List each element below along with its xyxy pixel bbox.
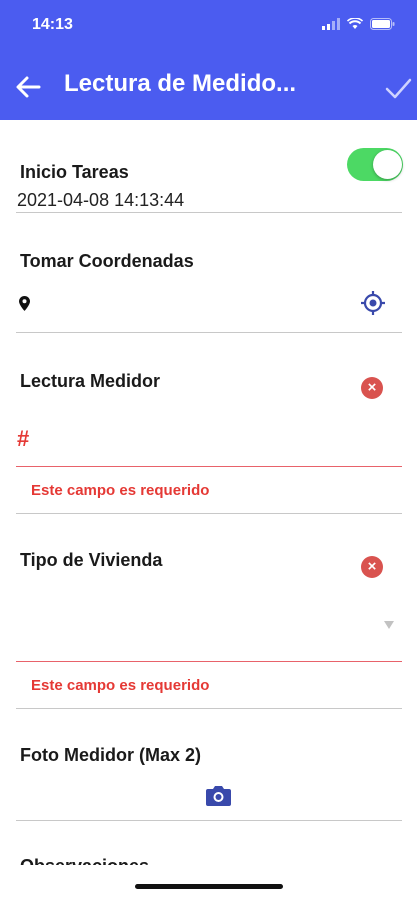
wifi-icon [347, 18, 363, 29]
dropdown-arrow-icon [384, 621, 394, 629]
observaciones-label: Observaciones [20, 856, 149, 865]
divider [16, 708, 402, 709]
tipo-vivienda-select[interactable] [20, 605, 395, 645]
divider [16, 513, 402, 514]
status-time: 14:13 [32, 16, 73, 33]
lectura-medidor-input[interactable]: # [17, 426, 29, 452]
vivienda-select-underline [16, 661, 402, 662]
gps-target-icon[interactable] [361, 291, 385, 315]
lectura-error-text: Este campo es requerido [31, 482, 210, 499]
divider [16, 332, 402, 333]
divider [16, 212, 402, 213]
back-arrow-icon[interactable] [14, 73, 42, 101]
coordenadas-label: Tomar Coordenadas [20, 251, 194, 271]
inicio-tareas-label: Inicio Tareas [20, 162, 129, 182]
lectura-medidor-label: Lectura Medidor [20, 371, 161, 391]
home-indicator [135, 884, 283, 889]
vivienda-clear-icon[interactable]: × [361, 556, 383, 578]
vivienda-error-text: Este campo es requerido [31, 677, 210, 694]
app-header: 14:13 Lectura de Medido... [0, 0, 417, 120]
signal-icon [322, 18, 340, 30]
camera-icon[interactable] [206, 785, 231, 806]
lectura-input-underline [16, 466, 402, 467]
observaciones-clip: Observaciones [0, 840, 417, 865]
foto-medidor-label: Foto Medidor (Max 2) [20, 745, 201, 765]
inicio-tareas-toggle[interactable] [347, 148, 403, 181]
page-title: Lectura de Medido... [64, 70, 297, 97]
toggle-knob [373, 150, 402, 179]
inicio-tareas-value: 2021-04-08 14:13:44 [17, 190, 185, 210]
map-pin-icon [19, 296, 30, 311]
status-icons [322, 16, 395, 32]
check-icon[interactable] [384, 74, 412, 102]
divider [16, 820, 402, 821]
lectura-clear-icon[interactable]: × [361, 377, 383, 399]
tipo-vivienda-label: Tipo de Vivienda [20, 550, 163, 570]
battery-icon [370, 18, 395, 30]
